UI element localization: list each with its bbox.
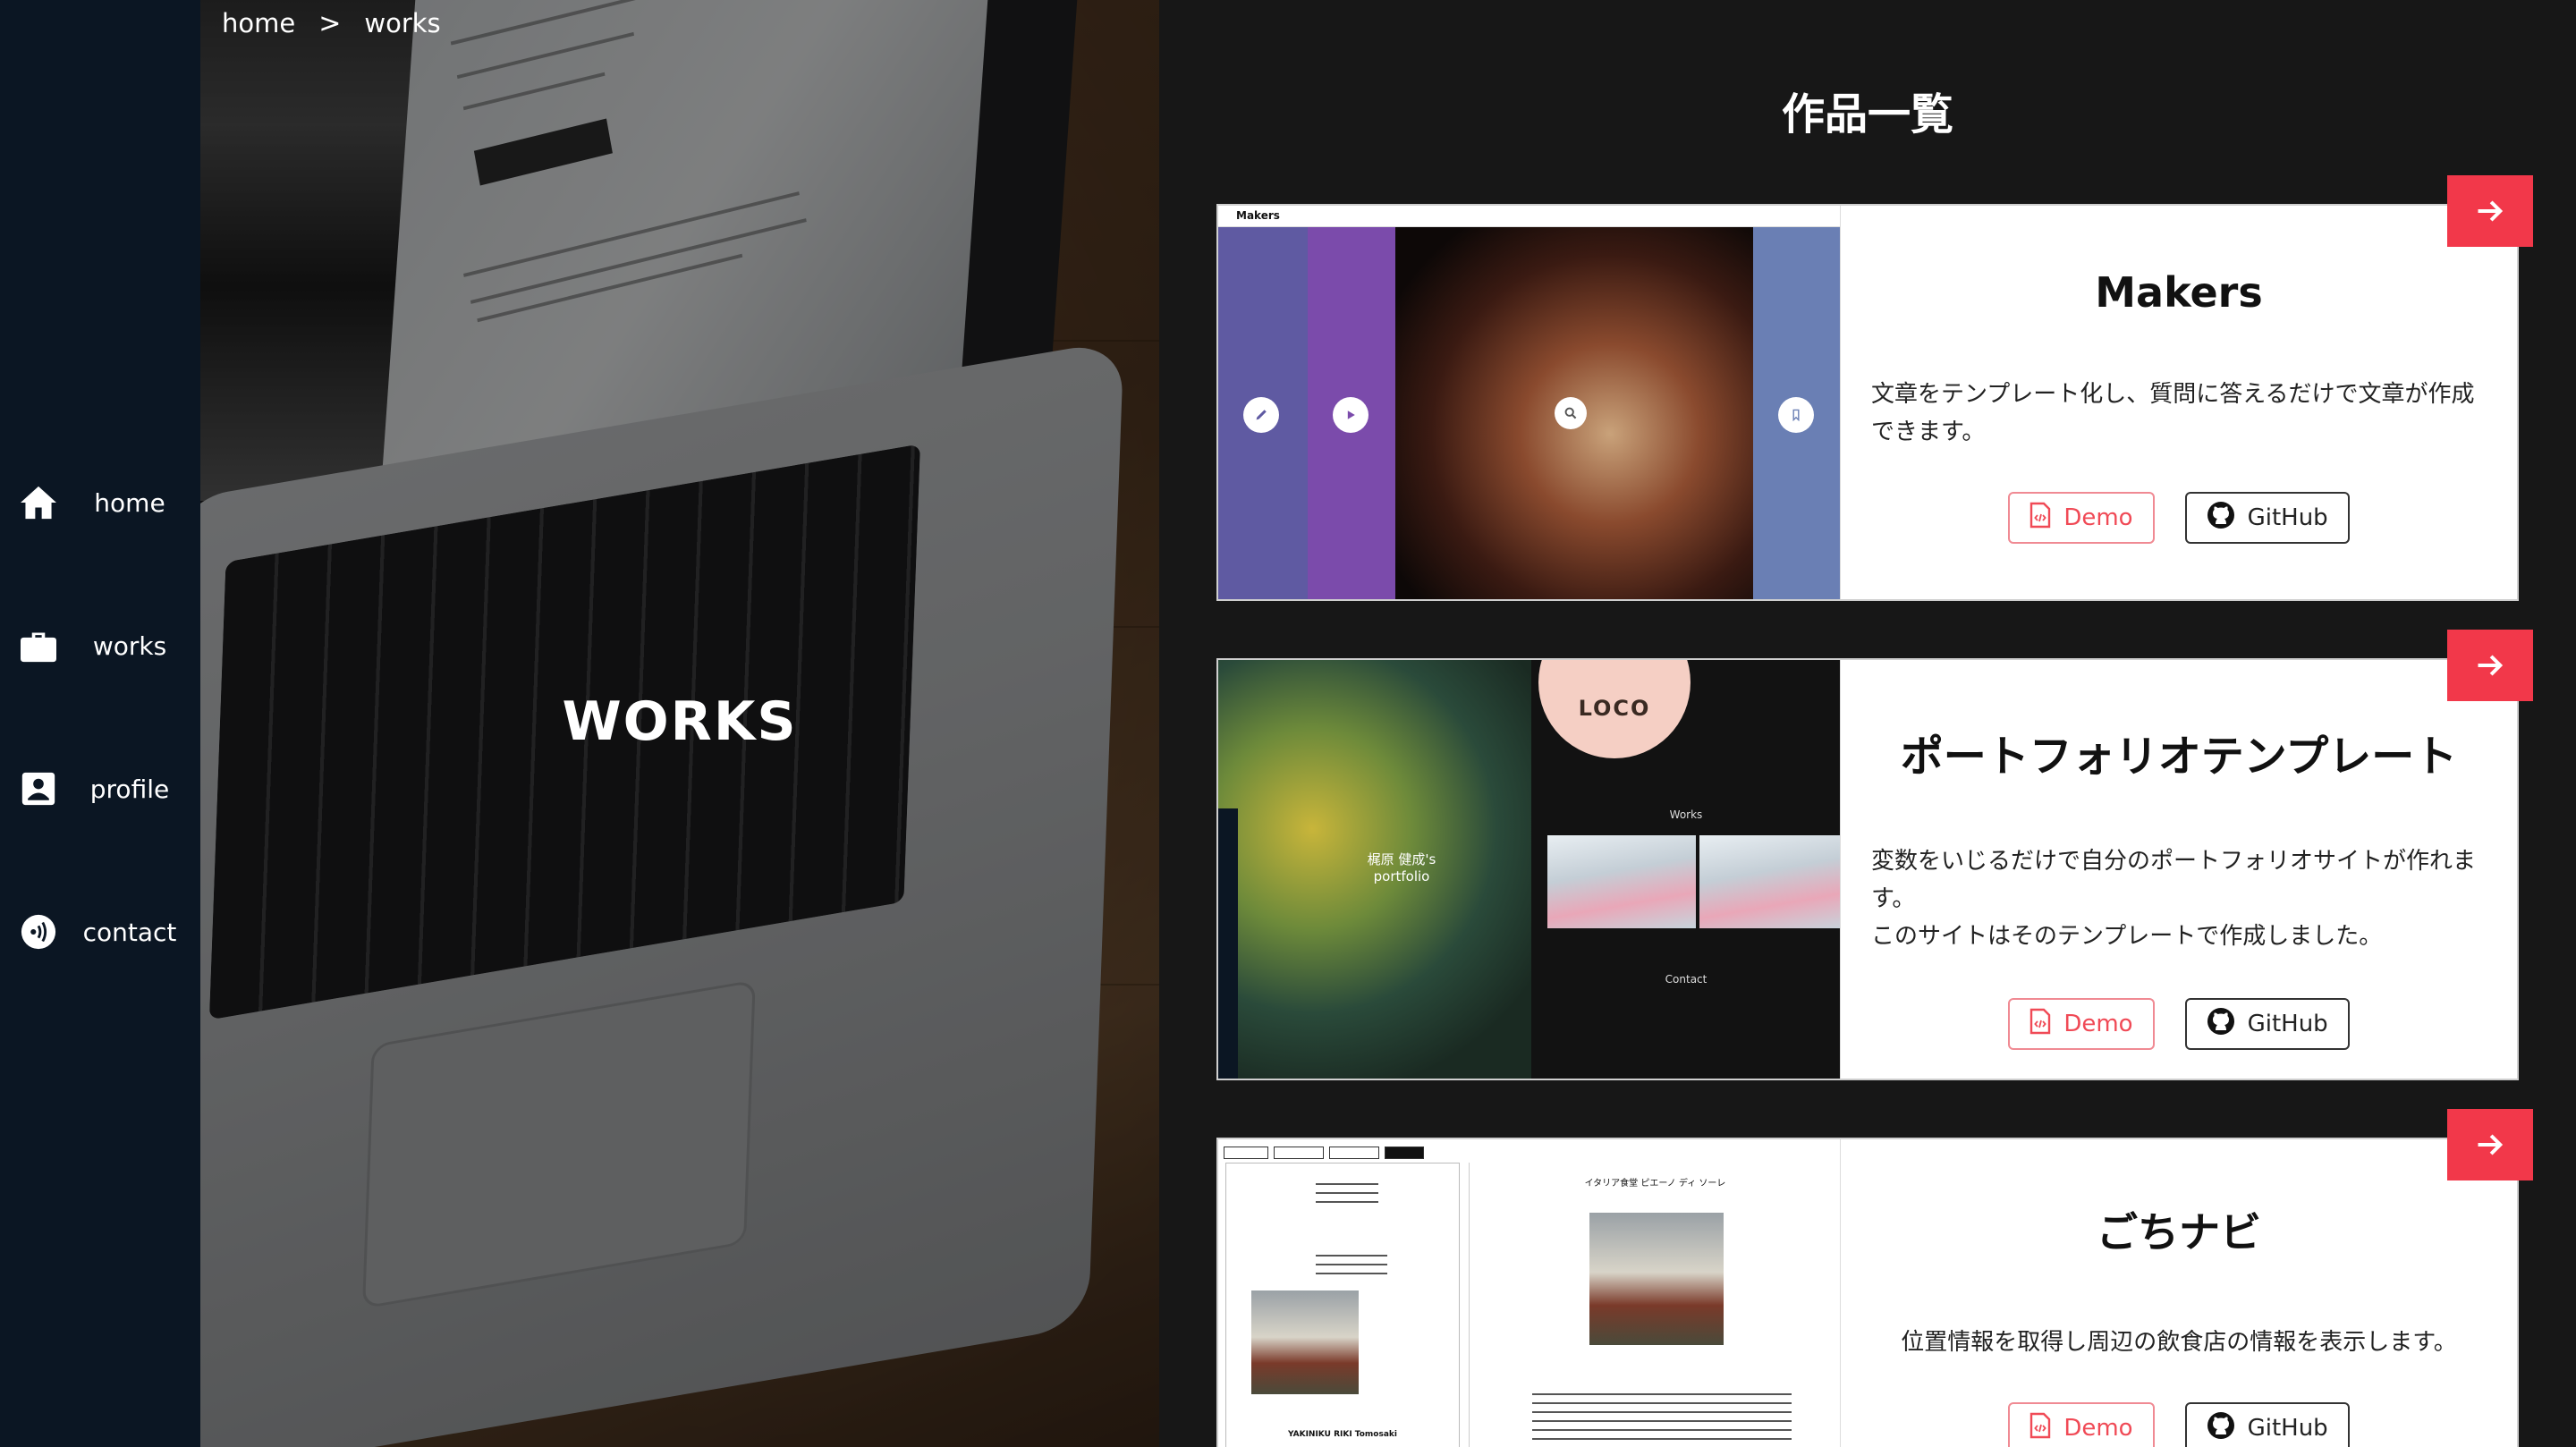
work-buttons: Demo GitHub [1841,1402,2517,1447]
screenshot-tab [1329,1147,1379,1159]
file-code-icon [2029,1008,2051,1041]
bookmark-icon [1778,397,1814,433]
screenshot-bird-photo [1547,835,1696,928]
sidebar-item-home[interactable]: home [0,462,200,543]
github-button[interactable]: GitHub [2184,492,2350,544]
screenshot-sidebar [1218,808,1238,1079]
briefcase-icon [18,625,59,666]
open-work-button[interactable] [2447,175,2533,247]
breadcrumb: home > works [222,4,441,43]
play-icon [1333,397,1368,433]
magnifier-icon [1555,397,1587,429]
github-icon [2207,1007,2235,1042]
sidebar-item-label: profile [89,774,170,804]
screenshot-photo [1395,227,1753,599]
hero-image: WORKS [200,0,1159,1447]
demo-button-label: Demo [2063,1011,2133,1037]
screenshot-detail: イタリア食堂 ピエーノ ディ ソーレ [1469,1163,1840,1447]
work-description: 文章をテンプレート化し、質問に答えるだけで文章が作成できます。 [1871,381,2475,445]
breadcrumb-current: works [364,8,441,38]
work-info: ごちナビ 位置情報を取得し周辺の飲食店の情報を表示します。 Demo GitHu… [1841,1139,2517,1447]
work-screenshot[interactable]: Makers [1218,206,1841,599]
work-description: 位置情報を取得し周辺の飲食店の情報を表示します。 [1901,1329,2457,1356]
arrow-right-icon [2478,655,2504,676]
open-work-button[interactable] [2447,630,2533,701]
sidebar-item-profile[interactable]: profile [0,749,200,829]
screenshot-column [1753,227,1840,599]
screenshot-text-block [1316,1181,1378,1203]
work-buttons: Demo GitHub [1841,998,2517,1050]
chevron-right-icon: > [318,7,342,39]
screenshot-header: Makers [1218,206,1840,227]
screenshot-name: 梶原 健成's portfolio [1367,851,1436,884]
hero-title: WORKS [562,690,798,753]
github-icon [2207,1411,2235,1446]
arrow-right-icon [2478,1134,2504,1155]
open-work-button[interactable] [2447,1109,2533,1180]
work-card: YAKINIKU RIKI Tomosaki イタリア食堂 ピエーノ ディ ソー… [1216,1138,2519,1447]
work-info: ポートフォリオテンプレート 変数をいじるだけで自分のポートフォリオサイトが作れま… [1841,660,2517,1079]
screenshot-contact-heading: Contact [1665,973,1707,986]
sidebar-item-works[interactable]: works [0,605,200,686]
github-button[interactable]: GitHub [2184,1402,2350,1447]
screenshot-text-block [1316,1253,1387,1274]
demo-button[interactable]: Demo [2008,492,2155,544]
screenshot-list-item: YAKINIKU RIKI Tomosaki [1287,1430,1397,1439]
screenshot-shop-photo [1251,1290,1359,1394]
work-info: Makers 文章をテンプレート化し、質問に答えるだけで文章が作成できます。 D… [1841,206,2517,599]
page-title: 作品一覧 [1781,89,1953,140]
breadcrumb-home-link[interactable]: home [222,8,295,38]
screenshot-shop-name: イタリア食堂 ピエーノ ディ ソーレ [1584,1179,1726,1189]
work-card: 梶原 健成's portfolio LOCO Works Contact ポート… [1216,658,2519,1080]
contact-wave-icon [18,911,59,952]
pencil-icon [1243,397,1279,433]
screenshot-bird-photo [1699,835,1840,928]
screenshot-artwork: 梶原 健成's portfolio [1218,660,1531,1079]
sidebar-item-label: home [94,487,165,518]
github-button-label: GitHub [2247,1415,2328,1442]
demo-button[interactable]: Demo [2008,998,2155,1050]
work-title: ポートフォリオテンプレート [1900,732,2458,782]
sidebar-item-contact[interactable]: contact [0,892,200,972]
profile-card-icon [18,768,59,809]
demo-button-label: Demo [2063,504,2133,531]
screenshot-tab [1385,1147,1424,1159]
github-icon [2207,501,2235,536]
demo-button[interactable]: Demo [2008,1402,2155,1447]
screenshot-tab [1224,1147,1268,1159]
work-screenshot[interactable]: 梶原 健成's portfolio LOCO Works Contact [1218,660,1841,1079]
github-button[interactable]: GitHub [2184,998,2350,1050]
work-description: 変数をいじるだけで自分のポートフォリオサイトが作れます。 このサイトはそのテンプ… [1871,848,2477,950]
github-button-label: GitHub [2247,504,2328,531]
home-icon [18,482,59,523]
screenshot-dark-panel: LOCO Works Contact [1531,660,1840,1079]
sidebar-item-label: contact [82,917,177,947]
sidebar: home works profile contact [0,0,200,1447]
work-buttons: Demo GitHub [1841,492,2517,544]
sidebar-item-label: works [92,630,167,661]
work-screenshot[interactable]: YAKINIKU RIKI Tomosaki イタリア食堂 ピエーノ ディ ソー… [1218,1139,1841,1447]
work-title: ごちナビ [2097,1208,2261,1257]
screenshot-column [1218,227,1308,599]
github-button-label: GitHub [2247,1011,2328,1037]
demo-button-label: Demo [2063,1415,2133,1442]
file-code-icon [2029,1412,2051,1445]
loco-logo: LOCO [1538,660,1690,758]
arrow-right-icon [2478,200,2504,222]
screenshot-text-block [1532,1386,1792,1447]
file-code-icon [2029,502,2051,535]
screenshot-list: YAKINIKU RIKI Tomosaki [1225,1163,1460,1447]
screenshot-tab [1274,1147,1324,1159]
screenshot-shop-photo [1589,1213,1724,1345]
work-title: Makers [2095,268,2263,317]
work-card: Makers Makers 文章をテンプレート化し、質問に答えるだけで文章が作成… [1216,204,2519,601]
loco-logo-text: LOCO [1578,696,1651,721]
screenshot-brand: Makers [1236,209,1280,222]
screenshot-works-heading: Works [1669,808,1703,821]
